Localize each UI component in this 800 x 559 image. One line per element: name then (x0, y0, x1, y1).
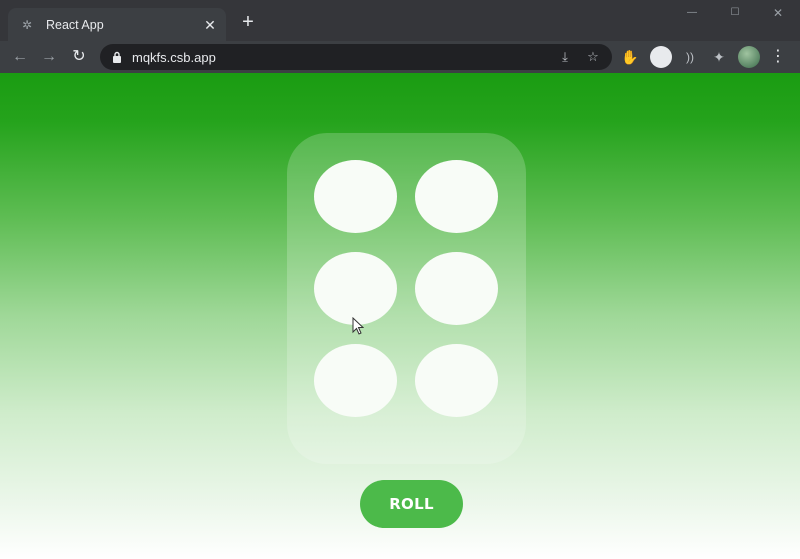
tab-strip: ✲ React App ✕ + — ☐ ✕ (0, 0, 800, 41)
address-bar[interactable]: mqkfs.csb.app ⤓ ☆ (100, 44, 612, 70)
mouse-cursor-icon (352, 317, 364, 335)
install-app-icon[interactable]: ⤓ (556, 48, 574, 66)
dice-pip (314, 160, 397, 233)
forward-icon[interactable]: → (39, 47, 59, 67)
minimize-icon[interactable]: — (685, 6, 699, 20)
dice-pip (415, 252, 498, 325)
url-text[interactable]: mqkfs.csb.app (132, 50, 546, 65)
close-tab-icon[interactable]: ✕ (202, 17, 218, 33)
favicon-icon: ✲ (21, 17, 33, 32)
maximize-icon[interactable]: ☐ (728, 6, 742, 20)
dice-pip (415, 160, 498, 233)
bookmark-star-icon[interactable]: ☆ (584, 48, 602, 66)
menu-dots-icon[interactable]: ⋮ (770, 47, 786, 67)
avatar[interactable] (738, 46, 760, 68)
close-window-icon[interactable]: ✕ (771, 6, 785, 20)
page-viewport: ROLL (0, 73, 800, 559)
back-icon[interactable]: ← (10, 47, 30, 67)
dice-pip (314, 344, 397, 417)
lock-icon[interactable] (110, 50, 124, 64)
profile-extension-icon[interactable] (650, 46, 672, 68)
dice-pip (415, 344, 498, 417)
roll-button[interactable]: ROLL (360, 480, 463, 528)
dice-face (287, 133, 526, 464)
browser-tab[interactable]: ✲ React App ✕ (8, 8, 226, 41)
tab-title: React App (46, 17, 104, 32)
extensions-puzzle-icon[interactable]: ✦ (709, 47, 729, 67)
cast-icon[interactable]: )) (680, 47, 700, 67)
browser-toolbar: ← → ↻ mqkfs.csb.app ⤓ ☆ ✋ )) ✦ ⋮ (0, 41, 800, 73)
dice-pip (314, 252, 397, 325)
hand-extension-icon[interactable]: ✋ (620, 47, 640, 67)
reload-icon[interactable]: ↻ (69, 47, 89, 67)
new-tab-button[interactable]: + (238, 12, 258, 32)
